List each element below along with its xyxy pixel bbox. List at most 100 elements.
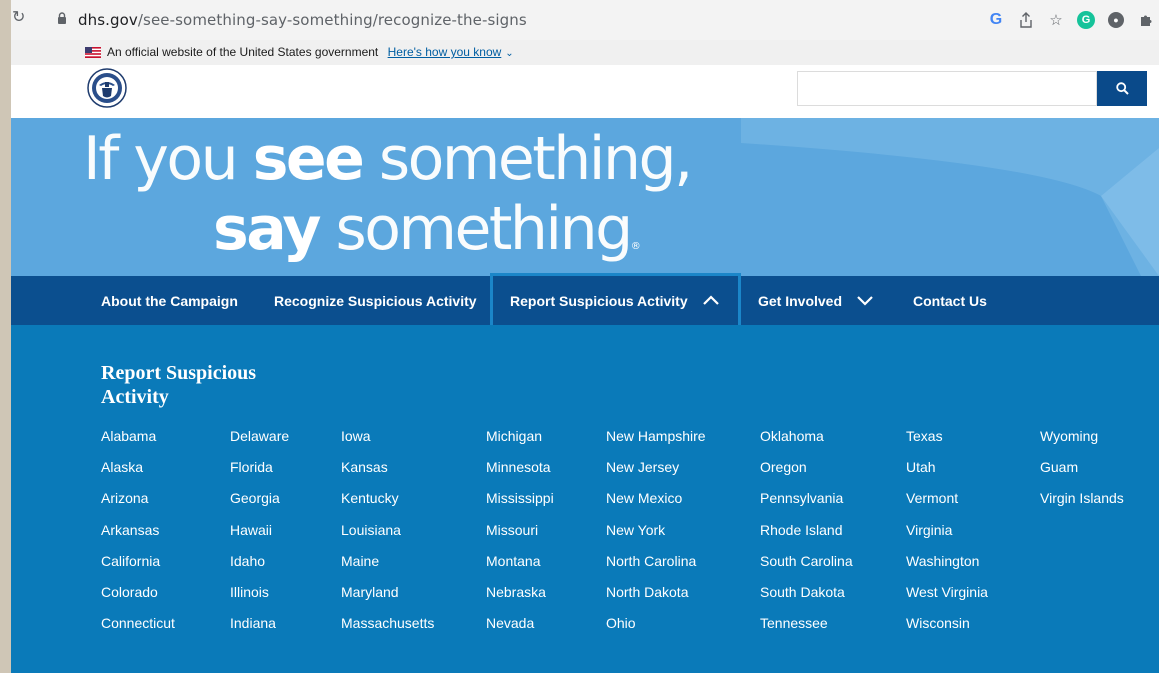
left-edge — [0, 0, 11, 673]
state-column: Texas Utah Vermont Virginia Washington West V… — [906, 426, 988, 644]
state-link[interactable]: Vermont — [906, 488, 988, 519]
nav-get-involved-label: Get Involved — [758, 292, 843, 309]
nav-contact-label: Contact Us — [913, 292, 987, 309]
state-link[interactable]: Montana — [486, 551, 554, 582]
state-link[interactable]: Oklahoma — [760, 426, 853, 457]
dhs-seal-icon[interactable] — [87, 68, 127, 108]
state-link[interactable]: Pennsylvania — [760, 488, 853, 519]
site-header — [11, 65, 1159, 118]
nav-report-label: Report Suspicious Activity — [510, 292, 688, 309]
state-column: Alabama Alaska Arizona Arkansas California Co… — [101, 426, 175, 644]
state-link[interactable]: New Hampshire — [606, 426, 706, 457]
search-button[interactable] — [1097, 71, 1147, 106]
state-link[interactable]: Iowa — [341, 426, 434, 457]
state-link[interactable]: Maryland — [341, 582, 434, 613]
search-input[interactable] — [797, 71, 1097, 106]
state-link[interactable]: Arizona — [101, 488, 175, 519]
grammarly-icon[interactable]: G — [1073, 7, 1099, 33]
nav-about-campaign[interactable]: About the Campaign — [101, 276, 238, 325]
heres-how-you-know-link[interactable]: Here's how you know — [388, 45, 502, 59]
gov-banner-label: An official website of the United States… — [107, 45, 379, 59]
state-link[interactable]: Mississippi — [486, 488, 554, 519]
state-link[interactable]: Virginia — [906, 520, 988, 551]
state-link[interactable]: Indiana — [230, 613, 289, 644]
state-link[interactable]: Alaska — [101, 457, 175, 488]
state-link[interactable]: Connecticut — [101, 613, 175, 644]
state-link[interactable]: Kentucky — [341, 488, 434, 519]
google-icon[interactable]: G — [983, 7, 1009, 33]
state-link[interactable]: New Jersey — [606, 457, 706, 488]
dropdown-title: Report Suspicious Activity — [101, 362, 257, 408]
state-link[interactable]: Minnesota — [486, 457, 554, 488]
state-link[interactable]: South Carolina — [760, 551, 853, 582]
state-link[interactable]: Wyoming — [1040, 426, 1124, 457]
share-icon[interactable] — [1013, 7, 1039, 33]
state-link[interactable]: Georgia — [230, 488, 289, 519]
nav-about-campaign-label: About the Campaign — [101, 292, 238, 309]
state-link[interactable]: Arkansas — [101, 520, 175, 551]
state-column: Delaware Florida Georgia Hawaii Idaho Illinoi… — [230, 426, 289, 644]
state-link[interactable]: Nebraska — [486, 582, 554, 613]
state-link[interactable]: Missouri — [486, 520, 554, 551]
url-host: dhs.gov — [78, 11, 138, 29]
hero-line-2: say something® — [213, 192, 641, 266]
hero-word-something-2: something — [318, 194, 634, 264]
state-link[interactable]: Idaho — [230, 551, 289, 582]
state-link[interactable]: Texas — [906, 426, 988, 457]
state-link[interactable]: New York — [606, 520, 706, 551]
reload-icon[interactable]: ↻ — [12, 10, 28, 26]
chevron-down-icon[interactable]: ⌄ — [505, 48, 513, 59]
hero-line-1: If you see something, — [83, 122, 693, 196]
nav-recognize-label: Recognize Suspicious Activity — [274, 292, 477, 309]
state-link[interactable]: Delaware — [230, 426, 289, 457]
state-link[interactable]: Alabama — [101, 426, 175, 457]
state-column: Michigan Minnesota Mississippi Missouri Mont… — [486, 426, 554, 644]
hero-word-see: see — [252, 124, 365, 194]
state-link[interactable]: Louisiana — [341, 520, 434, 551]
nav-report-suspicious-activity[interactable]: Report Suspicious Activity — [490, 273, 741, 325]
state-link[interactable]: Utah — [906, 457, 988, 488]
extension-icon[interactable]: ● — [1103, 7, 1129, 33]
state-link[interactable]: Washington — [906, 551, 988, 582]
state-link[interactable]: Rhode Island — [760, 520, 853, 551]
state-link[interactable]: Wisconsin — [906, 613, 988, 644]
nav-contact-us[interactable]: Contact Us — [913, 276, 987, 325]
state-link[interactable]: North Dakota — [606, 582, 706, 613]
state-link[interactable]: Michigan — [486, 426, 554, 457]
nav-get-involved[interactable]: Get Involved — [758, 276, 874, 325]
puzzle-icon[interactable] — [1133, 7, 1159, 33]
toolbar-icons: G ☆ G ● — [979, 0, 1159, 40]
nav-recognize-suspicious-activity[interactable]: Recognize Suspicious Activity — [274, 276, 477, 325]
state-link[interactable]: Ohio — [606, 613, 706, 644]
hero-word-something-1: something, — [362, 124, 693, 194]
us-flag-icon — [85, 47, 101, 58]
state-link[interactable]: South Dakota — [760, 582, 853, 613]
hero-word-if-you: If you — [83, 124, 253, 194]
state-column: Iowa Kansas Kentucky Louisiana Maine Maryland… — [341, 426, 434, 644]
state-link[interactable]: New Mexico — [606, 488, 706, 519]
state-link[interactable]: North Carolina — [606, 551, 706, 582]
main-nav: About the Campaign Recognize Suspicious … — [11, 273, 1159, 325]
state-link[interactable]: Maine — [341, 551, 434, 582]
state-link[interactable]: Kansas — [341, 457, 434, 488]
state-link[interactable]: Illinois — [230, 582, 289, 613]
state-link[interactable]: Hawaii — [230, 520, 289, 551]
state-link[interactable]: Tennessee — [760, 613, 853, 644]
state-link[interactable]: West Virginia — [906, 582, 988, 613]
address-bar: ↻ dhs.gov/see-something-say-something/re… — [11, 0, 1159, 41]
state-link[interactable]: Virgin Islands — [1040, 488, 1124, 519]
state-link[interactable]: California — [101, 551, 175, 582]
search-icon — [1115, 82, 1129, 95]
hero-banner: If you see something, say something® — [11, 118, 1159, 276]
state-column: New Hampshire New Jersey New Mexico New Yor… — [606, 426, 706, 644]
state-link[interactable]: Guam — [1040, 457, 1124, 488]
gov-banner-text: An official website of the United States… — [107, 45, 514, 59]
state-link[interactable]: Nevada — [486, 613, 554, 644]
state-link[interactable]: Massachusetts — [341, 613, 434, 644]
lock-icon[interactable] — [57, 12, 67, 24]
state-link[interactable]: Colorado — [101, 582, 175, 613]
state-link[interactable]: Oregon — [760, 457, 853, 488]
state-link[interactable]: Florida — [230, 457, 289, 488]
star-icon[interactable]: ☆ — [1043, 7, 1069, 33]
url-text[interactable]: dhs.gov/see-something-say-something/reco… — [78, 11, 527, 29]
